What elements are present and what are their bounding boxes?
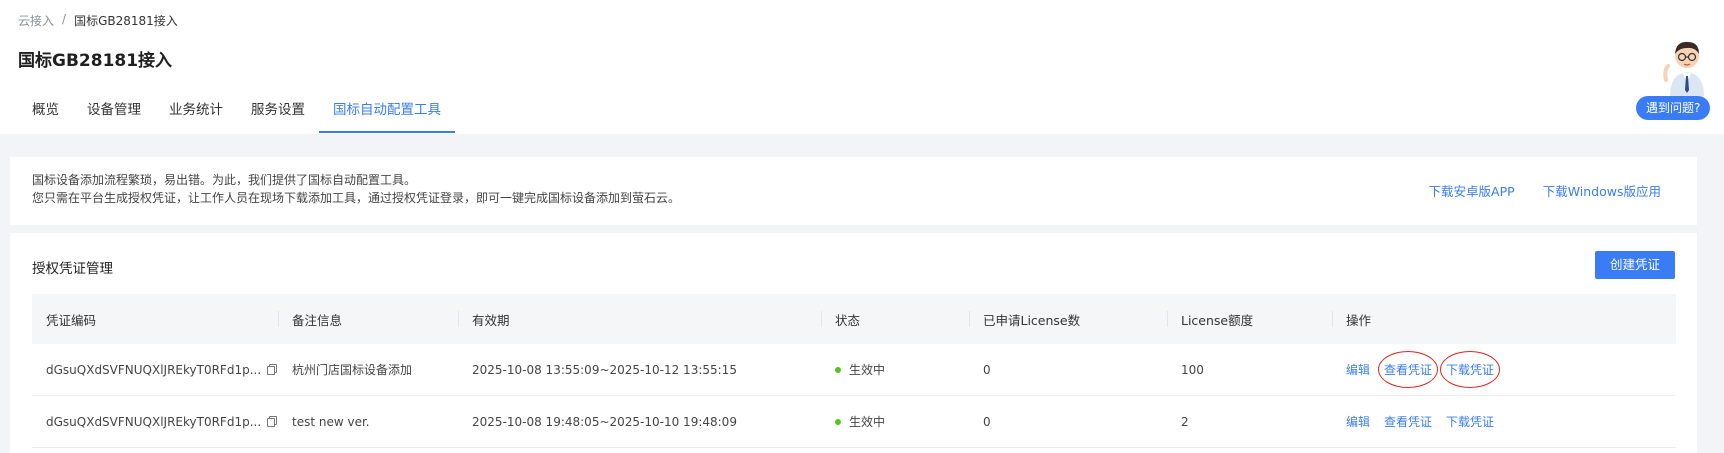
cell-applied-license: 0 [983, 362, 991, 377]
credential-code: dGsuQXdSVFNUQXlJREkyT0RFd1p... [46, 362, 262, 377]
tab-device-management[interactable]: 设备管理 [73, 96, 155, 133]
tab-bar: 概览 设备管理 业务统计 服务设置 国标自动配置工具 [18, 96, 455, 133]
download-android-link[interactable]: 下载安卓版APP [1429, 181, 1515, 200]
cell-status: 生效中 [821, 344, 969, 395]
status-dot-icon [835, 366, 841, 373]
tab-business-stats[interactable]: 业务统计 [155, 96, 237, 133]
download-links: 下载安卓版APP 下载Windows版应用 [1429, 181, 1661, 200]
cell-applied-license: 0 [983, 414, 991, 429]
section-title: 授权凭证管理 [32, 261, 113, 277]
create-credential-button[interactable]: 创建凭证 [1595, 251, 1675, 279]
assistant-avatar-icon [1663, 41, 1704, 96]
header-license-quota: License额度 [1167, 294, 1332, 344]
cell-license-quota: 2 [1181, 414, 1189, 429]
header-applied-license: 已申请License数 [969, 294, 1167, 344]
help-widget[interactable]: 遇到问题? [1636, 36, 1716, 120]
row-actions: 编辑 查看凭证 下载凭证 [1346, 351, 1501, 388]
cell-actions: 编辑 查看凭证 下载凭证 [1332, 396, 1676, 447]
cell-remark: 杭州门店国标设备添加 [292, 363, 413, 377]
header-remark: 备注信息 [278, 294, 458, 344]
view-credential-link[interactable]: 查看凭证 [1378, 351, 1439, 388]
status-text: 生效中 [849, 363, 886, 377]
cell-validity: 2025-10-08 13:55:09~2025-10-12 13:55:15 [472, 362, 737, 377]
header-actions: 操作 [1332, 294, 1676, 344]
tab-overview[interactable]: 概览 [18, 96, 73, 133]
status-dot-icon [835, 418, 841, 425]
tab-service-settings[interactable]: 服务设置 [237, 96, 319, 133]
download-credential-link[interactable]: 下载凭证 [1446, 413, 1494, 430]
cell-code: dGsuQXdSVFNUQXlJREkyT0RFd1p... [32, 396, 278, 447]
breadcrumb-parent[interactable]: 云接入 [18, 12, 54, 29]
credential-table: 凭证编码 备注信息 有效期 状态 已申请License数 License额度 操… [32, 294, 1676, 448]
view-credential-link[interactable]: 查看凭证 [1384, 413, 1432, 430]
table-header: 凭证编码 备注信息 有效期 状态 已申请License数 License额度 操… [32, 294, 1676, 344]
breadcrumb: 云接入 / 国标GB28181接入 [18, 12, 178, 29]
notice-line-2: 您只需在平台生成授权凭证，让工作人员在现场下载添加工具，通过授权凭证登录，即可一… [32, 191, 681, 205]
cell-code: dGsuQXdSVFNUQXlJREkyT0RFd1p... [32, 344, 278, 395]
edit-link[interactable]: 编辑 [1346, 413, 1370, 430]
breadcrumb-current: 国标GB28181接入 [74, 14, 178, 28]
notice-panel: 国标设备添加流程繁琐，易出错。为此，我们提供了国标自动配置工具。 您只需在平台生… [10, 157, 1697, 225]
cell-license-quota: 100 [1181, 362, 1204, 377]
notice-line-1: 国标设备添加流程繁琐，易出错。为此，我们提供了国标自动配置工具。 [32, 173, 417, 187]
header-validity: 有效期 [458, 294, 821, 344]
page-header: 云接入 / 国标GB28181接入 国标GB28181接入 概览 设备管理 业务… [0, 0, 1724, 134]
table-row: dGsuQXdSVFNUQXlJREkyT0RFd1p... 杭州门店国标设备添… [32, 344, 1676, 396]
cell-remark: test new ver. [292, 414, 370, 429]
credential-code: dGsuQXdSVFNUQXlJREkyT0RFd1p... [46, 414, 262, 429]
tab-auto-config-tool[interactable]: 国标自动配置工具 [319, 96, 455, 133]
notice-text: 国标设备添加流程繁琐，易出错。为此，我们提供了国标自动配置工具。 您只需在平台生… [32, 171, 680, 207]
download-windows-link[interactable]: 下载Windows版应用 [1543, 181, 1661, 200]
credential-management-card: 授权凭证管理 创建凭证 凭证编码 备注信息 有效期 状态 已申请License数… [10, 233, 1697, 453]
header-status: 状态 [821, 294, 969, 344]
breadcrumb-separator: / [62, 12, 67, 26]
page-title: 国标GB28181接入 [18, 51, 173, 71]
cell-status: 生效中 [821, 396, 969, 447]
edit-link[interactable]: 编辑 [1346, 361, 1370, 378]
help-button[interactable]: 遇到问题? [1636, 96, 1711, 120]
download-credential-link[interactable]: 下载凭证 [1440, 351, 1501, 388]
status-text: 生效中 [849, 415, 886, 429]
copy-icon[interactable] [267, 364, 278, 375]
cell-actions: 编辑 查看凭证 下载凭证 [1332, 344, 1676, 395]
cell-validity: 2025-10-08 19:48:05~2025-10-10 19:48:09 [472, 414, 737, 429]
header-code: 凭证编码 [46, 312, 97, 328]
table-row: dGsuQXdSVFNUQXlJREkyT0RFd1p... test new … [32, 396, 1676, 448]
row-actions: 编辑 查看凭证 下载凭证 [1346, 413, 1494, 430]
copy-icon[interactable] [267, 416, 278, 427]
